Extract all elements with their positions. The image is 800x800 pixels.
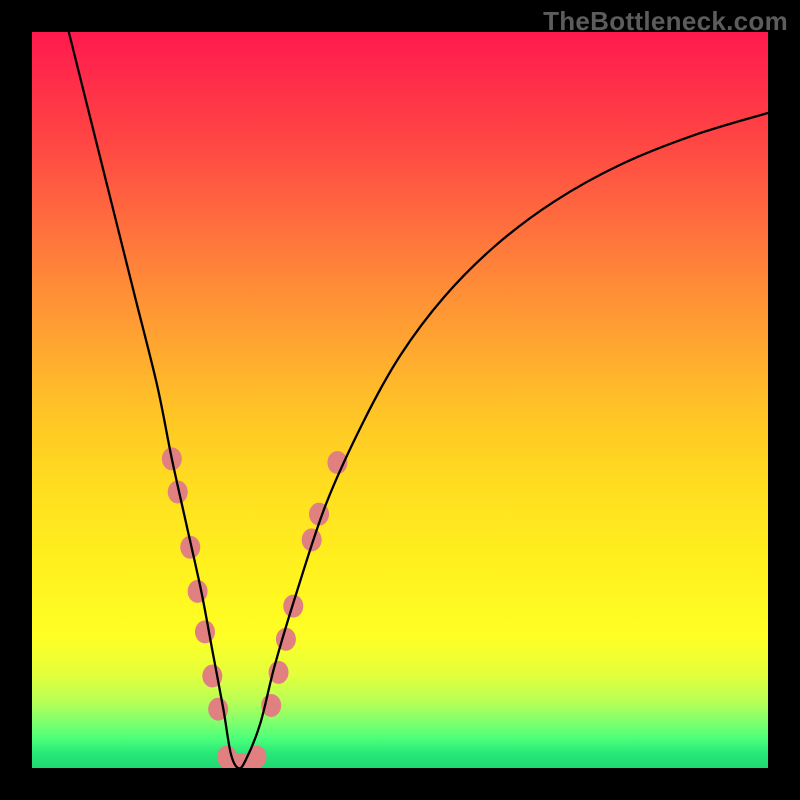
curve-bead (188, 580, 208, 603)
curve-bead (195, 620, 215, 643)
curve-bead (246, 745, 266, 768)
chart-svg (32, 32, 768, 768)
bottleneck-curve (69, 32, 768, 768)
curve-beads-group (162, 447, 348, 768)
chart-frame: TheBottleneck.com (0, 0, 800, 800)
plot-area (32, 32, 768, 768)
